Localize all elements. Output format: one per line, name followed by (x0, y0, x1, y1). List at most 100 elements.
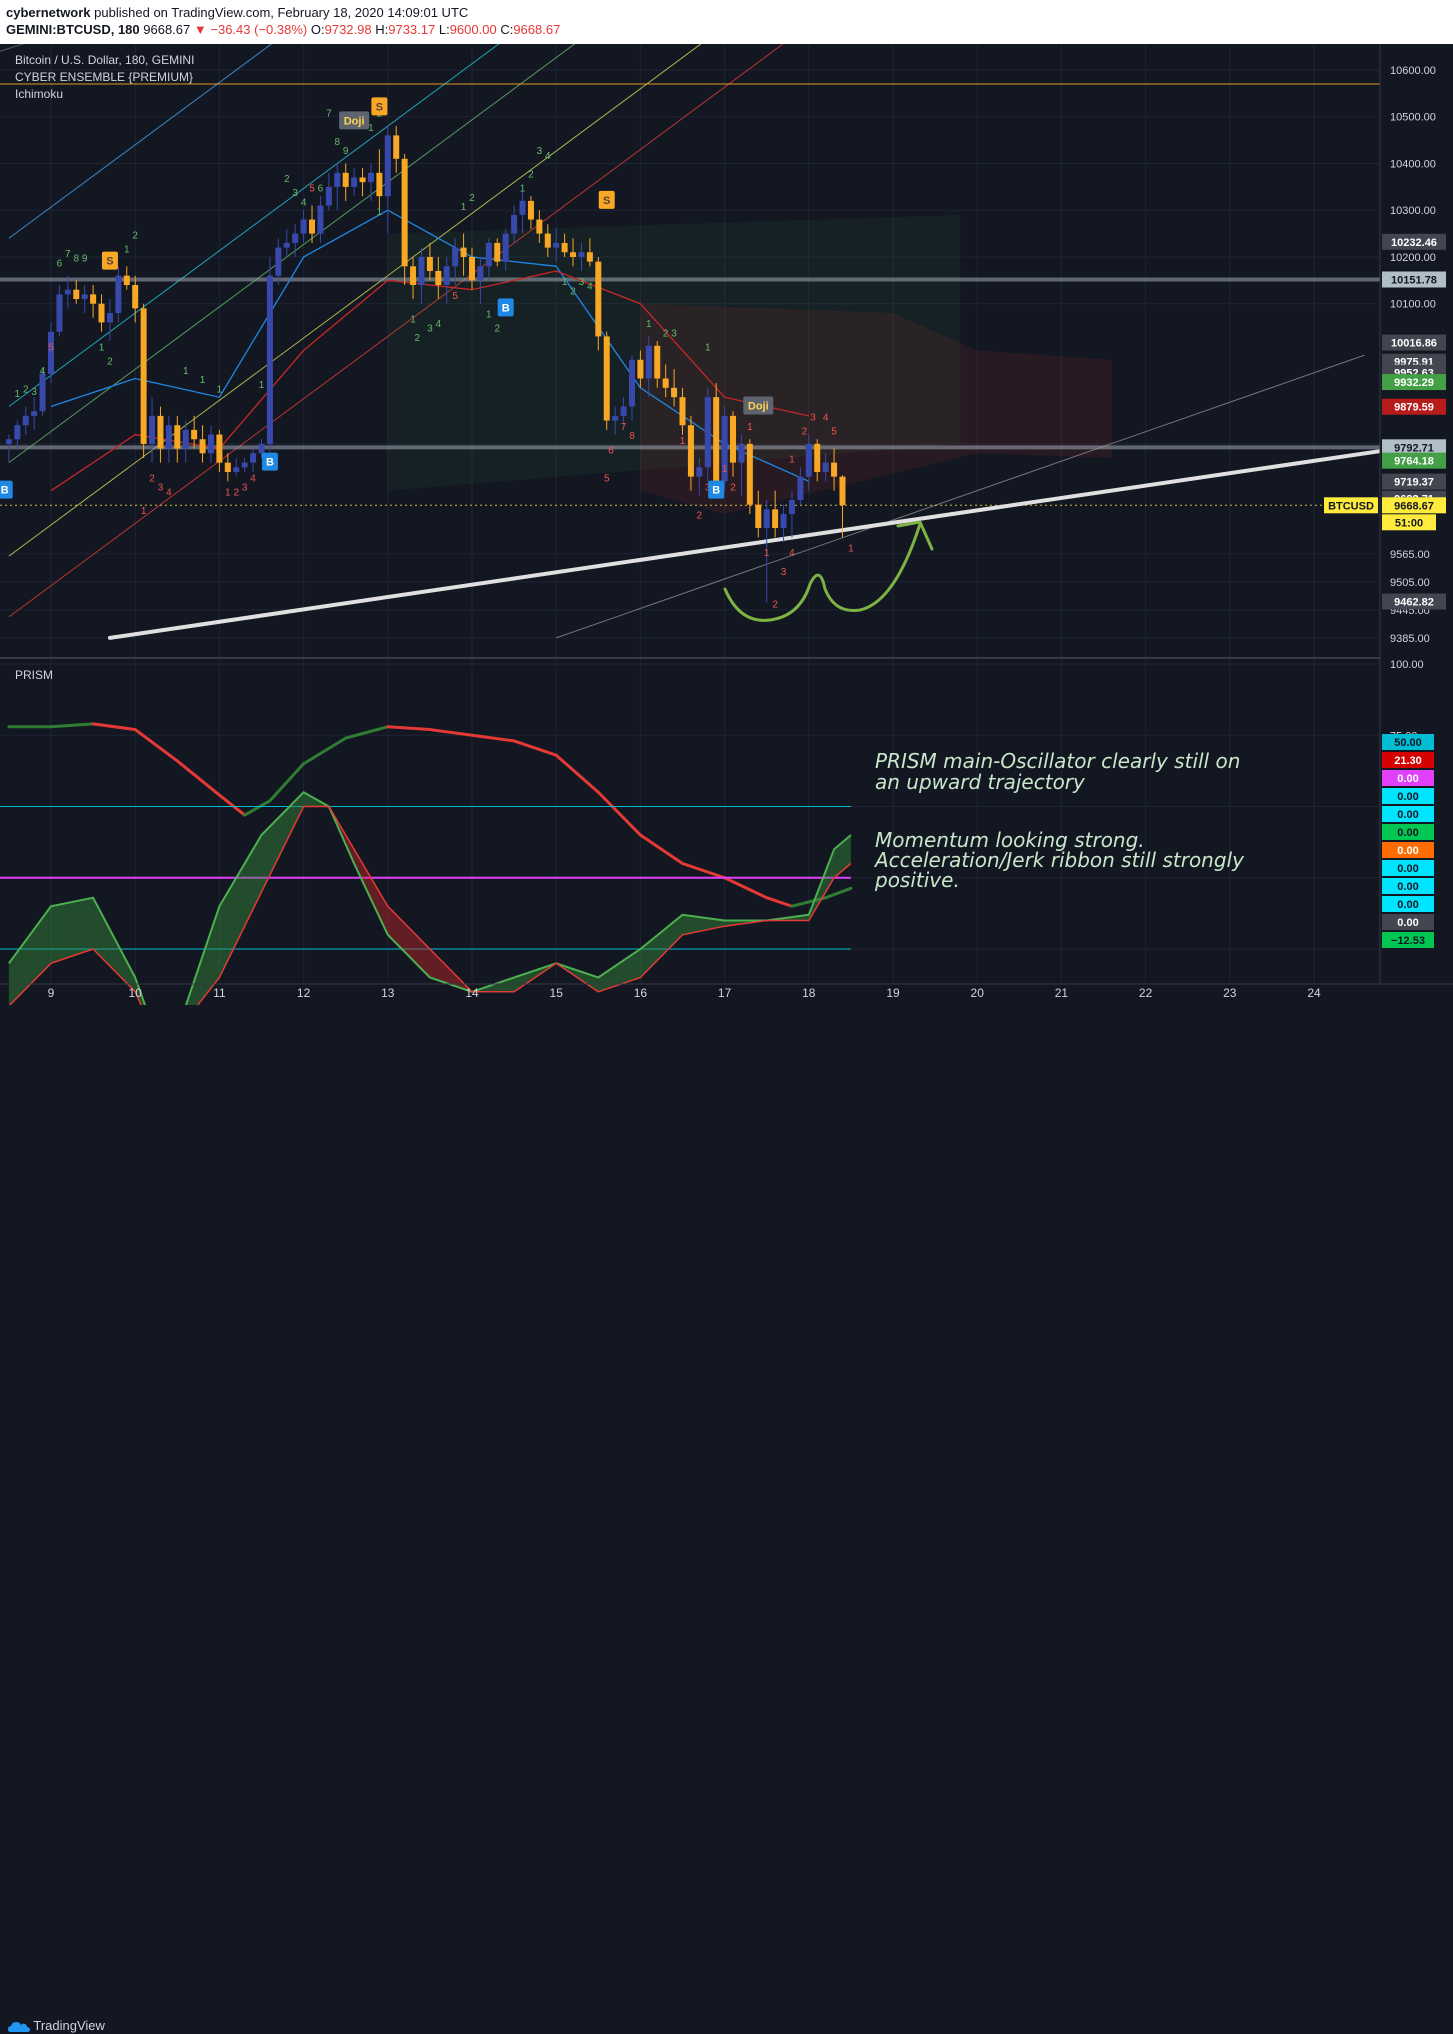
candle-body[interactable] (469, 256, 475, 281)
candle-body[interactable] (620, 406, 627, 416)
candle-body[interactable] (713, 397, 720, 482)
candle-body[interactable] (553, 242, 560, 248)
candle-body[interactable] (351, 177, 358, 187)
candle-body[interactable] (536, 219, 543, 234)
candle-body[interactable] (527, 200, 534, 220)
tradingview-logo[interactable]: TradingView (8, 2018, 105, 2034)
candle-body[interactable] (578, 252, 585, 257)
candle-body[interactable] (334, 172, 341, 187)
candle-body[interactable] (586, 252, 593, 262)
candle-body[interactable] (224, 462, 231, 472)
candle-body[interactable] (376, 172, 383, 197)
candle-body[interactable] (780, 514, 787, 529)
candle-body[interactable] (123, 275, 130, 286)
candle-body[interactable] (317, 205, 324, 234)
chart-canvas[interactable]: 1234567891212123411112341234567891211234… (0, 44, 1453, 1005)
candle-body[interactable] (687, 425, 694, 477)
candle-body[interactable] (839, 476, 846, 506)
candle-body[interactable] (174, 425, 181, 449)
candle-body[interactable] (797, 476, 804, 501)
candle-body[interactable] (755, 504, 762, 529)
candle-body[interactable] (283, 242, 290, 248)
candle-body[interactable] (39, 373, 46, 412)
candle-body[interactable] (140, 308, 147, 444)
candle-body[interactable] (822, 462, 829, 472)
candle-body[interactable] (73, 289, 80, 300)
candle-body[interactable] (149, 415, 156, 444)
candle-body[interactable] (191, 429, 198, 440)
candle-body[interactable] (730, 415, 737, 463)
candle-body[interactable] (788, 500, 795, 515)
candle-body[interactable] (628, 359, 635, 407)
candle-body[interactable] (233, 467, 240, 472)
candle-body[interactable] (511, 214, 518, 234)
candle-body[interactable] (393, 135, 400, 159)
candle-body[interactable] (595, 261, 602, 337)
candle-body[interactable] (31, 411, 38, 416)
candle-body[interactable] (410, 266, 417, 286)
candle-body[interactable] (452, 247, 459, 267)
candle-body[interactable] (831, 462, 838, 477)
candle-body[interactable] (207, 434, 214, 454)
candle-body[interactable] (519, 200, 526, 215)
candle-body[interactable] (64, 289, 71, 295)
candle-body[interactable] (671, 387, 678, 398)
candle-body[interactable] (477, 266, 484, 281)
candle-body[interactable] (460, 247, 467, 257)
candle-body[interactable] (300, 219, 307, 234)
candle-body[interactable] (5, 439, 12, 444)
candle-body[interactable] (443, 266, 450, 286)
candle-body[interactable] (325, 186, 332, 206)
candle-body[interactable] (426, 256, 433, 271)
candle-body[interactable] (637, 359, 644, 379)
candle-body[interactable] (561, 242, 568, 253)
candle-body[interactable] (502, 233, 509, 262)
candle-body[interactable] (654, 345, 661, 379)
candle-body[interactable] (90, 294, 97, 304)
candle-body[interactable] (250, 453, 257, 463)
candle-body[interactable] (216, 434, 223, 463)
candle-body[interactable] (570, 252, 577, 257)
candle-body[interactable] (704, 397, 711, 468)
candle-body[interactable] (679, 397, 686, 426)
candle-body[interactable] (56, 294, 63, 332)
candle-body[interactable] (814, 443, 821, 472)
candle-body[interactable] (772, 509, 779, 529)
candle-body[interactable] (106, 313, 113, 323)
candle-body[interactable] (132, 285, 139, 309)
candle-body[interactable] (241, 462, 248, 468)
candle-body[interactable] (805, 443, 812, 477)
candle-body[interactable] (14, 425, 21, 440)
candle-body[interactable] (612, 415, 619, 421)
candle-body[interactable] (384, 135, 391, 197)
candle-body[interactable] (275, 247, 282, 276)
candle-body[interactable] (81, 294, 88, 300)
candle-body[interactable] (435, 270, 442, 286)
candle-body[interactable] (544, 233, 551, 248)
candle-body[interactable] (182, 429, 189, 449)
candle-body[interactable] (292, 233, 299, 243)
candle-body[interactable] (98, 303, 105, 323)
candle-body[interactable] (258, 443, 265, 454)
author-name[interactable]: cybernetwork (6, 5, 91, 20)
candle-body[interactable] (165, 425, 172, 449)
candle-body[interactable] (662, 378, 669, 388)
candle-body[interactable] (367, 172, 374, 183)
candle-body[interactable] (763, 509, 770, 529)
candle-body[interactable] (645, 345, 652, 379)
candle-body[interactable] (418, 256, 425, 286)
candle-body[interactable] (22, 415, 29, 426)
candle-body[interactable] (401, 158, 408, 267)
candle-body[interactable] (746, 443, 753, 505)
candle-body[interactable] (115, 275, 122, 314)
candle-body[interactable] (359, 177, 366, 183)
candle-body[interactable] (696, 467, 703, 477)
candle-body[interactable] (738, 443, 745, 463)
candle-body[interactable] (266, 275, 273, 444)
candle-body[interactable] (603, 336, 610, 421)
candle-body[interactable] (494, 242, 501, 262)
candle-body[interactable] (342, 172, 349, 187)
candle-body[interactable] (199, 439, 206, 454)
candle-body[interactable] (157, 415, 164, 449)
candle-body[interactable] (485, 242, 492, 267)
